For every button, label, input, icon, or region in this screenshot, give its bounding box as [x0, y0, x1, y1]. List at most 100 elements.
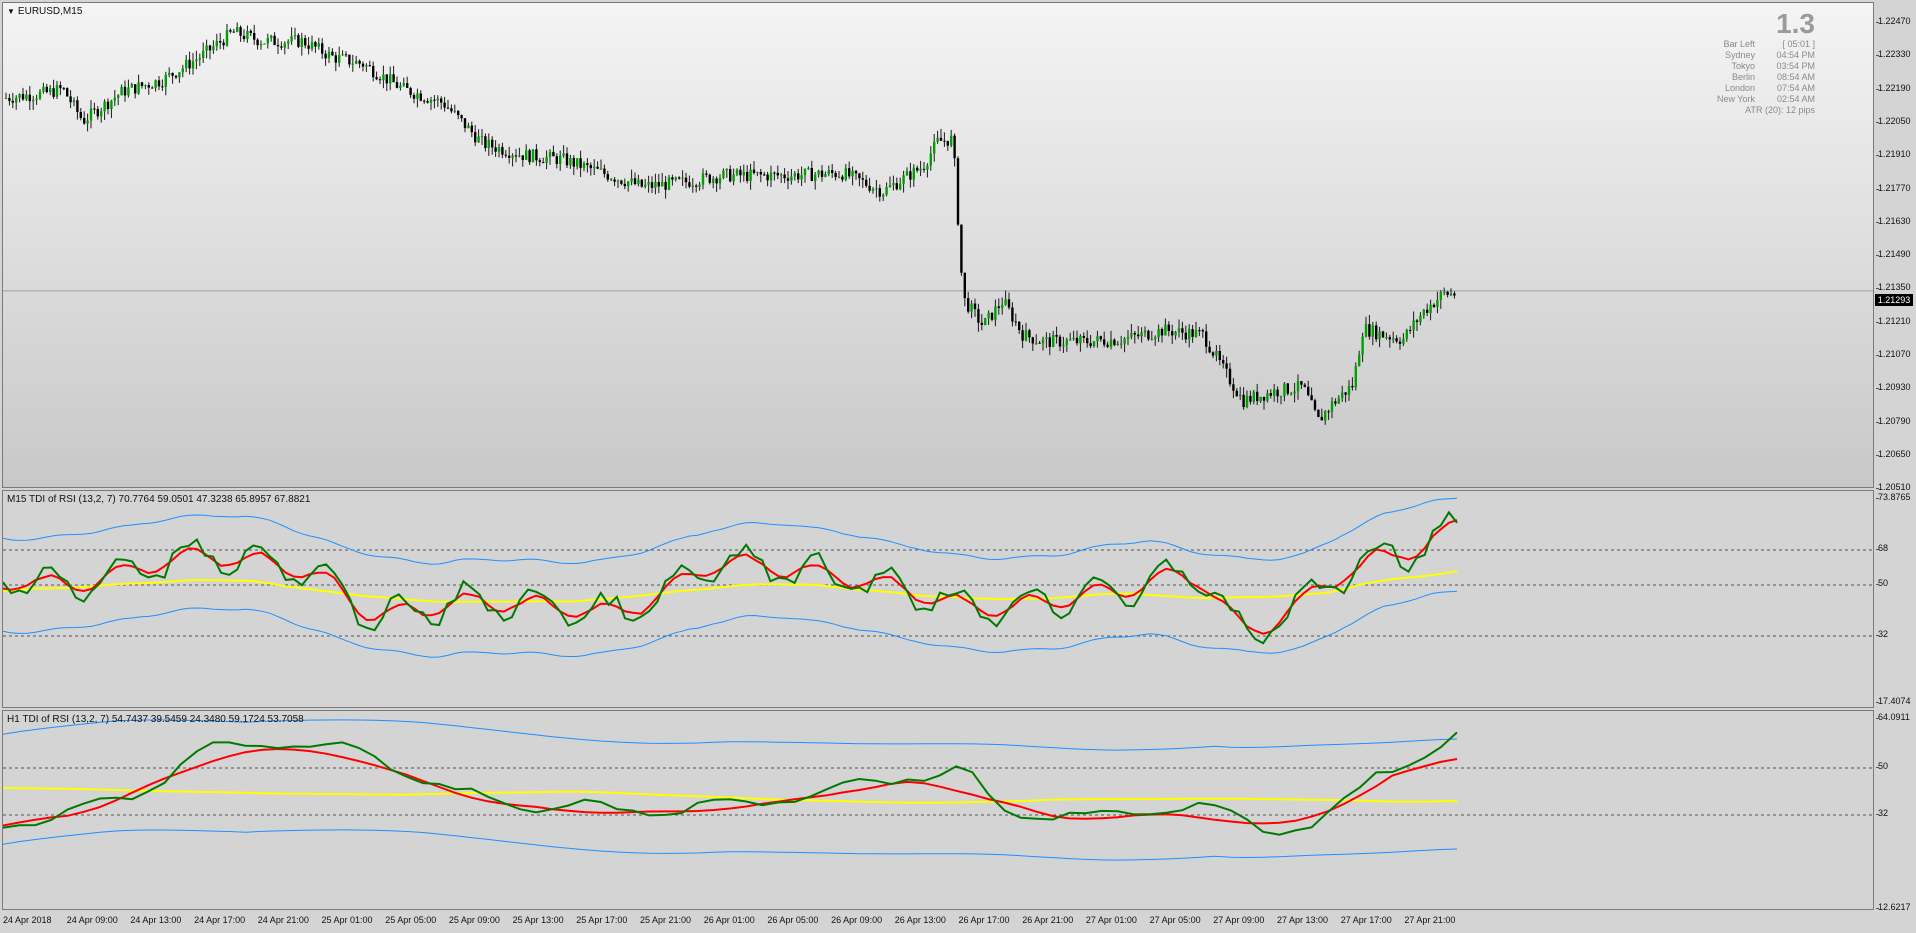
price-chart-pane[interactable]: ▼ EURUSD,M15 1.3 Bar Left [ 05:01 ] Sydney 0…	[2, 2, 1874, 488]
candle-body	[1398, 341, 1402, 344]
candle-body	[470, 125, 473, 133]
candle-body	[1191, 329, 1194, 338]
session-time: 03:54 PM	[1776, 61, 1815, 71]
candle-body	[1215, 350, 1218, 356]
current-price-badge: 1.21293	[1875, 294, 1913, 306]
candle-body	[385, 74, 388, 84]
candle-body	[1065, 339, 1068, 345]
candle-body	[967, 298, 970, 312]
candle-body	[198, 58, 201, 60]
time-tick-label: 26 Apr 09:00	[831, 915, 883, 925]
candle-body	[147, 85, 150, 88]
candle-body	[749, 169, 752, 181]
axis-tick-mark	[1876, 908, 1879, 909]
candle-body	[756, 171, 759, 174]
axis-tick-label: 1.22190	[1878, 82, 1911, 93]
candle-body	[178, 72, 181, 78]
candle-body	[1052, 335, 1055, 347]
candle-body	[514, 155, 518, 157]
candle-body	[344, 54, 348, 56]
candle-body	[1330, 401, 1334, 412]
session-time: 02:54 AM	[1776, 94, 1815, 104]
candle-body	[412, 95, 416, 99]
candle-body	[171, 73, 174, 76]
time-tick-label: 24 Apr 13:00	[130, 915, 182, 925]
candle-body	[776, 172, 779, 176]
time-tick-label: 27 Apr 13:00	[1277, 915, 1329, 925]
candle-body	[399, 85, 402, 88]
candle-body	[1188, 329, 1191, 340]
candle-body	[508, 155, 511, 158]
candle-body	[1038, 342, 1041, 344]
candle-body	[440, 98, 443, 103]
candle-body	[480, 136, 484, 138]
candle-body	[1432, 304, 1436, 307]
axis-tick-label: 32	[1878, 629, 1889, 639]
candle-body	[185, 59, 188, 69]
candle-body	[35, 98, 38, 100]
candle-body	[96, 109, 99, 117]
h1-tdi-pane[interactable]: H1 TDI of RSI (13,2, 7) 54.7437 39.5459 …	[2, 710, 1874, 910]
candle-body	[52, 88, 55, 97]
candle-body	[89, 108, 93, 121]
candle-body	[1449, 293, 1453, 295]
candle-body	[593, 166, 596, 169]
candle-body	[844, 168, 847, 180]
candle-body	[93, 108, 96, 110]
candle-body	[1364, 324, 1368, 337]
candle-body	[572, 158, 575, 167]
candle-body	[956, 158, 960, 225]
candle-body	[1228, 368, 1232, 385]
candle-body	[1283, 383, 1286, 397]
candle-body	[1273, 389, 1276, 396]
candle-body	[188, 59, 191, 69]
candle-body	[236, 27, 239, 32]
time-tick-label: 26 Apr 05:00	[767, 915, 819, 925]
time-tick-label: 25 Apr 05:00	[385, 915, 437, 925]
candle-body	[919, 168, 922, 171]
candle-body	[266, 37, 269, 44]
time-tick-label: 25 Apr 17:00	[576, 915, 628, 925]
candle-body	[140, 82, 144, 86]
candle-body	[1392, 338, 1395, 340]
candle-body	[565, 153, 569, 166]
candle-body	[579, 158, 582, 169]
session-info-rows: Bar Left [ 05:01 ] Sydney 04:54 PM Tokyo 03:5…	[1695, 39, 1815, 105]
candle-body	[1014, 321, 1017, 323]
candle-body	[168, 73, 171, 75]
candle-body	[1293, 391, 1296, 394]
candle-body	[1133, 332, 1136, 335]
axis-tick-mark	[1876, 255, 1879, 257]
candle-body	[606, 174, 609, 180]
candle-body	[633, 178, 637, 185]
candle-body	[351, 63, 354, 65]
m15-tdi-pane[interactable]: M15 TDI of RSI (13,2, 7) 70.7764 59.0501…	[2, 490, 1874, 708]
axis-tick-label: 1.21070	[1878, 349, 1911, 359]
candle-body	[276, 44, 280, 47]
candle-body	[858, 173, 861, 179]
axis-tick-label: 1.21210	[1878, 315, 1911, 326]
symbol-title: ▼ EURUSD,M15	[7, 6, 82, 17]
axis-tick-mark	[1876, 55, 1879, 57]
candle-body	[803, 168, 807, 176]
time-tick-label: 26 Apr 13:00	[894, 915, 946, 925]
candle-body	[307, 45, 310, 49]
candle-body	[987, 312, 990, 319]
candle-body	[939, 137, 943, 141]
candle-body	[562, 153, 565, 156]
candle-body	[916, 167, 919, 171]
axis-tick-mark	[1876, 454, 1879, 456]
candle-body	[1429, 304, 1432, 313]
candle-body	[1262, 396, 1266, 401]
candle-body	[446, 107, 450, 109]
axis-tick-mark	[1876, 221, 1879, 223]
axis-tick-mark	[1876, 584, 1879, 585]
candle-body	[1222, 360, 1225, 364]
candle-body	[450, 108, 453, 112]
candle-body	[1279, 396, 1283, 398]
session-name: New York	[1716, 94, 1755, 104]
candle-body	[548, 151, 552, 157]
upper-band-line	[3, 497, 1458, 565]
candle-body	[599, 168, 603, 170]
candle-body	[521, 155, 524, 160]
